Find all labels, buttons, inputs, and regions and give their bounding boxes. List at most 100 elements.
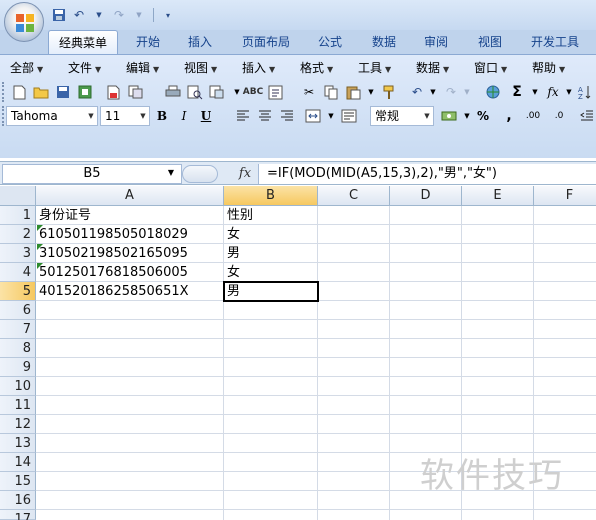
column-header-b[interactable]: B [224,186,318,206]
merge-dropdown-icon[interactable]: ▼ [322,107,340,125]
percent-style-button[interactable]: % [474,107,492,125]
row-header[interactable]: 17 [0,510,36,520]
row-header[interactable]: 2 [0,225,36,244]
row-header[interactable]: 6 [0,301,36,320]
cell-a3[interactable]: 310502198502165095 [36,244,224,263]
decrease-indent-icon[interactable] [578,107,596,125]
tab-review[interactable]: 审阅 [414,30,458,54]
permission-icon[interactable] [76,83,94,101]
row-header[interactable]: 9 [0,358,36,377]
row-header[interactable]: 7 [0,320,36,339]
print-icon[interactable] [164,83,182,101]
select-all-corner[interactable] [0,186,36,206]
row-header[interactable]: 12 [0,415,36,434]
tab-insert[interactable]: 插入 [178,30,222,54]
autosum-icon[interactable]: Σ [508,83,526,101]
tab-view[interactable]: 视图 [468,30,512,54]
redo-dropdown-icon[interactable]: ▼ [130,6,148,24]
paste-icon[interactable] [344,83,362,101]
align-right-icon[interactable] [278,107,296,125]
copy-icon[interactable] [322,83,340,101]
row-header[interactable]: 10 [0,377,36,396]
row-header[interactable]: 4 [0,263,36,282]
cell-b2[interactable]: 女 [224,225,318,244]
print-preview-icon[interactable] [186,83,204,101]
cut-icon[interactable]: ✂ [300,83,318,101]
column-header-e[interactable]: E [462,186,534,206]
row-header[interactable]: 15 [0,472,36,491]
copy-format-icon[interactable] [126,83,144,101]
row-header[interactable]: 3 [0,244,36,263]
menu-edit[interactable]: 编辑 ▼ [126,60,159,76]
number-format-select[interactable]: 常规 ▼ [370,106,434,126]
customize-qat-icon[interactable]: ▾ [159,6,177,24]
column-header-f[interactable]: F [534,186,596,206]
column-header-a[interactable]: A [36,186,224,206]
menu-view[interactable]: 视图 ▼ [184,60,217,76]
redo-dropdown-icon[interactable]: ▼ [458,83,476,101]
font-size-select[interactable]: 11 ▼ [100,106,150,126]
font-name-select[interactable]: Tahoma ▼ [6,106,98,126]
column-header-d[interactable]: D [390,186,462,206]
tab-formulas[interactable]: 公式 [308,30,352,54]
italic-button[interactable]: I [174,106,194,126]
row-header[interactable]: 8 [0,339,36,358]
row-header-selected[interactable]: 5 [0,282,36,301]
cell-a4[interactable]: 501250176818506005 [36,263,224,282]
office-button[interactable] [4,2,44,42]
menu-format[interactable]: 格式 ▼ [300,60,333,76]
row-header[interactable]: 16 [0,491,36,510]
row-header[interactable]: 14 [0,453,36,472]
open-folder-icon[interactable] [32,83,50,101]
research-icon[interactable] [208,83,226,101]
format-painter-icon[interactable] [380,83,398,101]
insert-function-button[interactable]: fx [234,164,256,184]
underline-button[interactable]: U [196,106,216,126]
increase-decimal-button[interactable]: .00 [522,107,544,125]
menu-window[interactable]: 窗口 ▼ [474,60,507,76]
tab-home[interactable]: 开始 [126,30,170,54]
print-preview-doc-icon[interactable] [104,83,122,101]
menu-insert[interactable]: 插入 ▼ [242,60,275,76]
redo-icon[interactable]: ↷ [110,6,128,24]
translate-icon[interactable] [266,83,284,101]
align-left-icon[interactable] [234,107,252,125]
row-header[interactable]: 13 [0,434,36,453]
formula-input[interactable]: =IF(MOD(MID(A5,15,3),2),"男","女") [258,164,596,184]
autosum-dropdown-icon[interactable]: ▼ [526,83,544,101]
cell-a1[interactable]: 身份证号 [36,206,224,225]
hyperlink-icon[interactable] [484,83,502,101]
currency-icon[interactable] [440,107,458,125]
menu-all[interactable]: 全部 ▼ [10,60,43,76]
comma-style-button[interactable]: , [500,107,518,125]
save-icon[interactable] [50,6,68,24]
new-document-icon[interactable] [10,83,28,101]
cell-b1[interactable]: 性别 [224,206,318,225]
spelling-icon[interactable]: ABC [243,83,263,101]
row-header[interactable]: 1 [0,206,36,225]
tab-page-layout[interactable]: 页面布局 [232,30,300,54]
tab-data[interactable]: 数据 [362,30,406,54]
row-header[interactable]: 11 [0,396,36,415]
formula-bar-splitter[interactable] [182,165,218,183]
undo-dropdown-icon[interactable]: ▼ [424,83,442,101]
menu-tools[interactable]: 工具 ▼ [358,60,391,76]
decrease-decimal-button[interactable]: .0 [548,107,570,125]
align-center-icon[interactable] [256,107,274,125]
column-header-c[interactable]: C [318,186,390,206]
cell-a5[interactable]: 40152018625850651X [36,282,224,301]
cell-b4[interactable]: 女 [224,263,318,282]
name-box[interactable]: B5 [2,164,182,184]
paste-dropdown-icon[interactable]: ▼ [362,83,380,101]
text-wrap-icon[interactable] [340,107,358,125]
menu-file[interactable]: 文件 ▼ [68,60,101,76]
tab-classic-menu[interactable]: 经典菜单 [48,30,118,54]
menu-data[interactable]: 数据 ▼ [416,60,449,76]
merge-center-icon[interactable] [304,107,322,125]
sort-ascending-icon[interactable]: AZ [576,83,594,101]
cell-a2[interactable]: 610501198505018029 [36,225,224,244]
chevron-down-icon[interactable]: ▼ [162,164,180,182]
menu-help[interactable]: 帮助 ▼ [532,60,565,76]
tab-developer[interactable]: 开发工具 [522,30,588,54]
save-icon[interactable] [54,83,72,101]
